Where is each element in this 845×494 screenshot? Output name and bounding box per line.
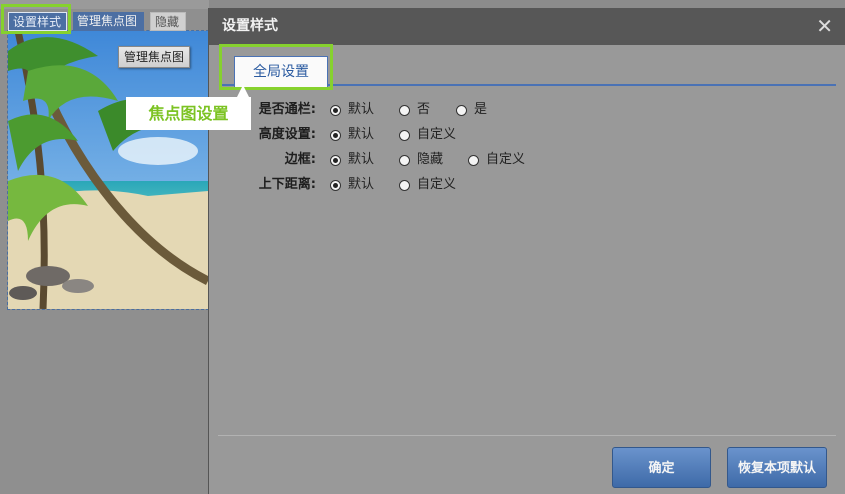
radio-icon[interactable] xyxy=(399,129,410,141)
editor-area: 设置样式 管理焦点图 隐藏 管理焦点图 xyxy=(0,0,209,494)
option-label: 自定义 xyxy=(417,177,457,192)
radio-option[interactable]: 否 xyxy=(399,100,430,120)
toolbar-manage-button[interactable]: 管理焦点图 xyxy=(73,12,144,31)
setting-label: 边框: xyxy=(284,152,316,167)
radio-icon[interactable] xyxy=(399,154,410,166)
radio-icon[interactable] xyxy=(468,154,479,166)
option-label: 自定义 xyxy=(486,152,526,167)
option-label: 默认 xyxy=(348,102,375,117)
beach-photo xyxy=(8,31,208,309)
radio-icon[interactable] xyxy=(399,104,410,116)
style-button-highlight xyxy=(1,4,71,34)
radio-option[interactable]: 自定义 xyxy=(399,125,456,145)
radio-selected-icon[interactable] xyxy=(330,129,341,141)
restore-default-button[interactable]: 恢复本项默认 xyxy=(727,447,827,488)
radio-option[interactable]: 隐藏 xyxy=(399,150,443,170)
radio-option[interactable]: 自定义 xyxy=(468,150,525,170)
dialog-header: 设置样式 ✕ xyxy=(209,8,845,45)
radio-option[interactable]: 默认 xyxy=(330,175,374,195)
option-label: 隐藏 xyxy=(417,152,444,167)
footer-divider xyxy=(218,435,836,436)
radio-option[interactable]: 自定义 xyxy=(399,175,456,195)
radio-icon[interactable] xyxy=(456,104,467,116)
radio-option[interactable]: 默认 xyxy=(330,125,374,145)
setting-label: 上下距离: xyxy=(258,177,316,192)
focus-image-banner[interactable] xyxy=(7,30,209,310)
radio-option[interactable]: 默认 xyxy=(330,150,374,170)
radio-selected-icon[interactable] xyxy=(330,154,341,166)
radio-selected-icon[interactable] xyxy=(330,104,341,116)
manage-focus-image-button[interactable]: 管理焦点图 xyxy=(118,46,191,68)
option-label: 默认 xyxy=(348,177,375,192)
option-label: 自定义 xyxy=(417,127,457,142)
option-label: 默认 xyxy=(348,152,375,167)
option-label: 是 xyxy=(474,102,488,117)
toolbar-hide-button[interactable]: 隐藏 xyxy=(150,12,186,31)
option-label: 默认 xyxy=(348,127,375,142)
tab-global-settings[interactable]: 全局设置 xyxy=(234,56,328,87)
radio-selected-icon[interactable] xyxy=(330,179,341,191)
dialog-title: 设置样式 xyxy=(222,18,278,34)
radio-option[interactable]: 是 xyxy=(456,100,487,120)
close-icon[interactable]: ✕ xyxy=(816,8,833,45)
radio-icon[interactable] xyxy=(399,179,410,191)
option-label: 否 xyxy=(417,102,431,117)
focus-image-settings-callout: 焦点图设置 xyxy=(126,85,251,130)
style-dialog: 设置样式 ✕ 全局设置 是否通栏: 默认 否 是 高度设置: 默认 自定义 边框… xyxy=(208,8,845,494)
radio-option[interactable]: 默认 xyxy=(330,100,374,120)
confirm-button[interactable]: 确定 xyxy=(612,447,711,488)
